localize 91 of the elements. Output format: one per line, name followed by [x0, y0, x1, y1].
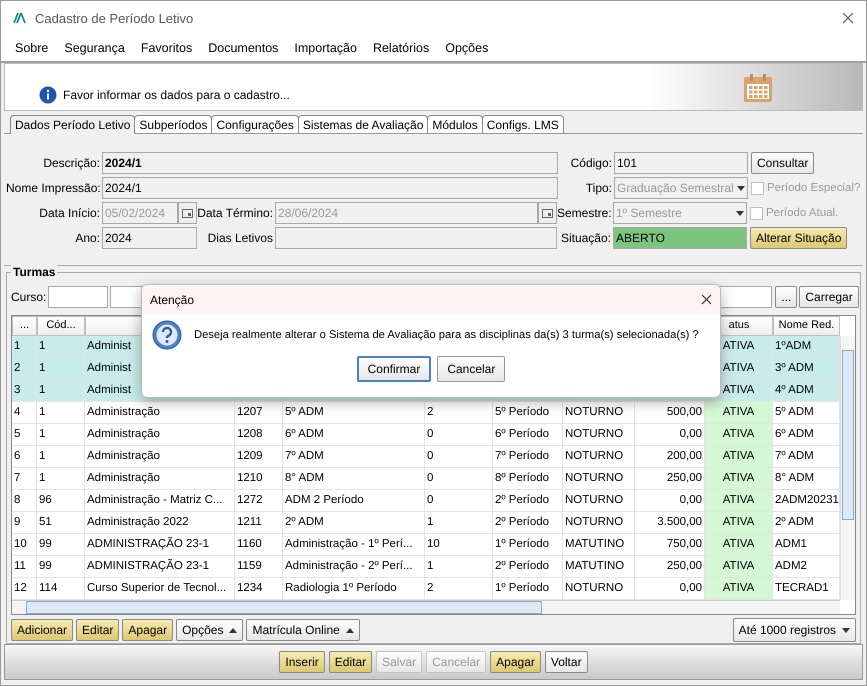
table-row[interactable]: 5 1 Administração 1208 6º ADM 0 6º Período NOTURNO 0,00 ATIVA 6º ADM	[12, 424, 840, 446]
table-row[interactable]: 12 114 Curso Superior de Tecnol... 1234 Radiologia 1º Período 2 1º Período NOTURNO 0,00 ATIVA TECRAD1	[12, 578, 840, 600]
menu-item[interactable]: Segurança	[56, 41, 133, 55]
caret-icon	[842, 628, 850, 632]
field-label: Curso:	[11, 290, 46, 304]
calendar-icon	[182, 208, 193, 218]
action-button[interactable]: Editar	[76, 619, 120, 641]
field-label: Nome Impressão:	[6, 181, 102, 195]
date-picker-button[interactable]	[178, 202, 197, 224]
horizontal-scrollbar[interactable]	[12, 600, 840, 614]
footer-button[interactable]: Voltar	[544, 651, 588, 673]
change-status-button[interactable]: Alterar Situação	[750, 227, 848, 249]
field-label: Código:	[570, 156, 613, 170]
calendar-icon	[742, 72, 774, 104]
close-icon[interactable]	[701, 294, 712, 305]
table-row[interactable]: 9 51 Administração 2022 1211 2º ADM 1 2º Período NOTURNO 3.500,00 ATIVA 2º ADM	[12, 512, 840, 534]
caret-icon	[737, 186, 745, 190]
field-label: Tipo:	[584, 181, 613, 195]
column-header[interactable]: Cód...	[37, 316, 85, 336]
tab[interactable]: Configurações	[211, 115, 299, 133]
menu-item[interactable]: Opções	[437, 41, 496, 55]
info-icon	[39, 86, 57, 104]
action-button[interactable]: Apagar	[122, 619, 174, 641]
checkbox-label: Período Especial?	[767, 182, 860, 194]
menu-item[interactable]: Importação	[286, 41, 365, 55]
table-cell: ATIVA	[705, 578, 773, 600]
table-cell: ATIVA	[705, 512, 773, 534]
calendar-icon	[542, 208, 553, 218]
field-label: Situação:	[560, 231, 612, 245]
table-cell: ATIVA	[705, 402, 773, 424]
field-label: Data Término:	[197, 206, 274, 220]
info-message: Favor informar os dados para o cadastro...	[63, 88, 290, 102]
field-label: Data Início:	[38, 206, 101, 220]
date-picker-button[interactable]	[538, 202, 557, 224]
load-button[interactable]: Carregar	[799, 286, 859, 308]
table-row[interactable]: 8 96 Administração - Matriz C... 1272 ADM 2 Período 0 2º Período NOTURNO 0,00 ATIVA 2ADM20231	[12, 490, 840, 512]
caret-icon	[229, 628, 238, 632]
table-cell: ATIVA	[705, 468, 773, 490]
footer-button[interactable]: Apagar	[490, 651, 541, 673]
field-label: Semestre:	[557, 206, 613, 220]
field-label: Ano:	[74, 231, 101, 245]
caret-icon	[346, 628, 354, 632]
input-field[interactable]: 2024/1	[102, 177, 558, 199]
table-cell: ATIVA	[705, 534, 773, 556]
input-field[interactable]	[48, 286, 108, 308]
tab[interactable]: Sistemas de Avaliação	[298, 115, 428, 133]
close-icon[interactable]	[842, 12, 854, 24]
table-cell: ATIVA	[705, 490, 773, 512]
table-cell: ATIVA	[705, 446, 773, 468]
action-button[interactable]: Opções	[176, 619, 244, 641]
window-title: Cadastro de Período Letivo	[35, 10, 194, 26]
table-row[interactable]: 4 1 Administração 1207 5º ADM 2 5º Período NOTURNO 500,00 ATIVA 5º ADM	[12, 402, 840, 424]
menu-item[interactable]: Sobre	[7, 41, 56, 55]
table-row[interactable]: 10 99 ADMINISTRAÇÃO 23-1 1160 Administração - 1º Perí... 10 1º Período MATUTINO 750,00 ATIVA ADM1	[12, 534, 840, 556]
table-row[interactable]: 11 99 ADMINISTRAÇÃO 23-1 1159 Administração - 2º Perí... 1 2º Período MATUTINO 250,00 ATIVA ADM2	[12, 556, 840, 578]
table-cell: ATIVA	[705, 424, 773, 446]
table-row[interactable]: 6 1 Administração 1209 7º ADM 0 7º Período NOTURNO 200,00 ATIVA 7º ADM	[12, 446, 840, 468]
column-header[interactable]: ...	[12, 316, 37, 336]
menu-item[interactable]: Documentos	[200, 41, 286, 55]
tab[interactable]: Dados Período Letivo	[10, 115, 136, 134]
vertical-scrollbar[interactable]	[840, 336, 855, 600]
dialog-button[interactable]: Confirmar	[356, 356, 432, 382]
browse-button[interactable]: ...	[775, 286, 798, 308]
input-field[interactable]: 2024/1	[102, 152, 558, 174]
consultar-button[interactable]: Consultar	[751, 152, 814, 174]
tab[interactable]: Módulos	[427, 115, 483, 133]
question-icon	[152, 320, 182, 350]
input-field[interactable]: 2024	[102, 227, 197, 249]
group-title: Turmas	[11, 265, 58, 279]
tab[interactable]: Subperíodos	[134, 115, 212, 133]
status-field[interactable]: ABERTO	[613, 227, 747, 249]
field-label: Descrição:	[42, 156, 101, 170]
dialog-title: Atenção	[150, 292, 194, 306]
footer-button[interactable]: Inserir	[279, 651, 325, 673]
table-row[interactable]: 7 1 Administração 1210 8° ADM 0 8º Período NOTURNO 250,00 ATIVA 8° ADM	[12, 468, 840, 490]
menu-item[interactable]: Relatórios	[364, 41, 438, 55]
field-label: Dias Letivos	[206, 231, 274, 245]
checkbox-label: Período Atual.	[766, 207, 838, 219]
table-cell: ATIVA	[705, 556, 773, 578]
action-button[interactable]: Matrícula Online	[246, 619, 360, 641]
input-field[interactable]: 101	[614, 152, 748, 174]
caret-icon	[736, 210, 744, 216]
dialog-button[interactable]: Cancelar	[437, 356, 506, 382]
column-header[interactable]: Nome Red.	[773, 316, 840, 336]
tab[interactable]: Configs. LMS	[482, 115, 564, 133]
input-field[interactable]	[275, 227, 557, 249]
records-dropdown[interactable]: Até 1000 registros	[732, 618, 856, 642]
logo-icon	[13, 12, 27, 24]
action-button[interactable]: Adicionar	[11, 619, 74, 641]
footer-button[interactable]: Editar	[328, 651, 372, 673]
menu-item[interactable]: Favoritos	[132, 41, 200, 55]
